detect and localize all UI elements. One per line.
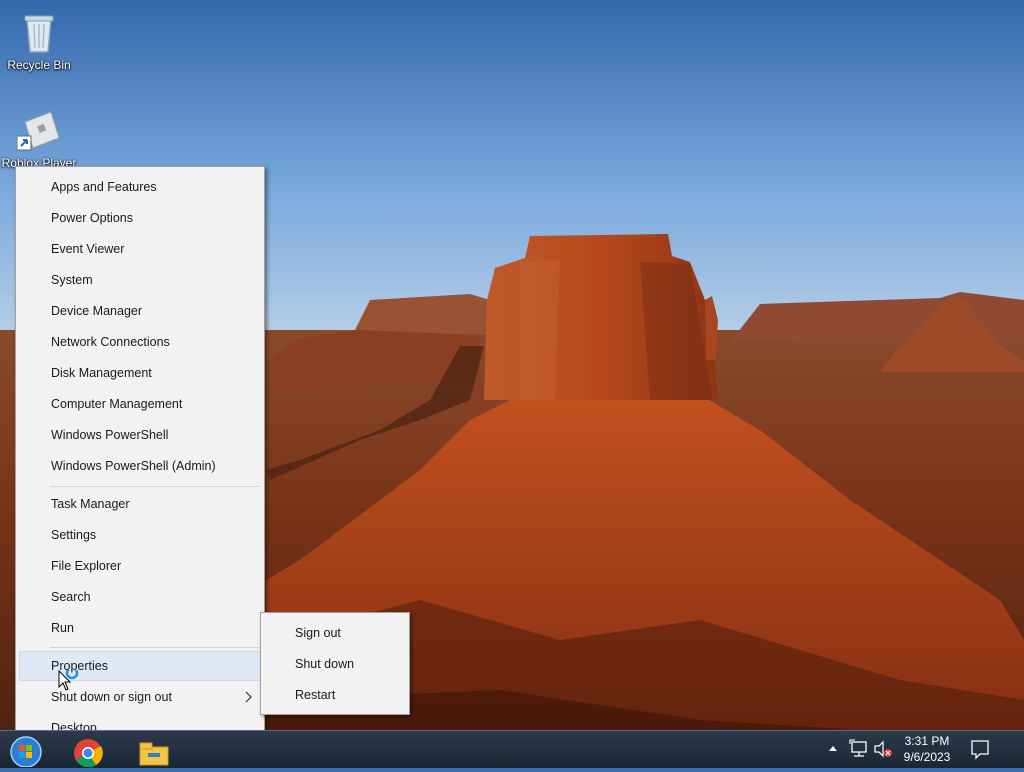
recycle-bin-icon: [17, 8, 61, 56]
menu-item-network-connections[interactable]: Network Connections: [19, 327, 261, 357]
start-orb-icon: [10, 736, 42, 768]
desktop-icon-roblox-player[interactable]: Roblox Player: [1, 106, 77, 170]
desktop-icon-recycle-bin[interactable]: Recycle Bin: [1, 8, 77, 72]
quick-link-menu: Apps and Features Power Options Event Vi…: [15, 166, 265, 746]
submenu-item-shut-down[interactable]: Shut down: [263, 649, 407, 679]
menu-item-settings[interactable]: Settings: [19, 520, 261, 550]
action-center-icon: [971, 740, 989, 760]
menu-item-run[interactable]: Run: [19, 613, 261, 643]
shutdown-submenu: Sign out Shut down Restart: [260, 612, 410, 715]
taskbar-clock[interactable]: 3:31 PM 9/6/2023: [896, 733, 958, 765]
volume-button[interactable]: [872, 731, 894, 767]
action-center-button[interactable]: [968, 731, 992, 767]
menu-item-windows-powershell[interactable]: Windows PowerShell: [19, 420, 261, 450]
chevron-up-icon: [829, 746, 837, 751]
submenu-item-sign-out[interactable]: Sign out: [263, 618, 407, 648]
menu-item-task-manager[interactable]: Task Manager: [19, 489, 261, 519]
network-button[interactable]: [848, 731, 870, 767]
chrome-icon: [74, 739, 103, 768]
menu-separator: [50, 647, 260, 648]
chevron-right-icon: [245, 691, 252, 703]
desktop-icon-label: Recycle Bin: [7, 58, 71, 72]
roblox-icon: [16, 106, 61, 154]
clock-time: 3:31 PM: [904, 734, 950, 748]
submenu-item-restart[interactable]: Restart: [263, 680, 407, 710]
menu-item-shut-down-or-sign-out[interactable]: Shut down or sign out: [19, 682, 261, 712]
menu-item-computer-management[interactable]: Computer Management: [19, 389, 261, 419]
start-button[interactable]: [6, 733, 46, 768]
menu-item-properties[interactable]: Properties: [19, 651, 261, 681]
taskbar: 3:31 PM 9/6/2023: [0, 730, 1024, 768]
menu-separator: [50, 486, 260, 487]
menu-item-event-viewer[interactable]: Event Viewer: [19, 234, 261, 264]
file-explorer-icon: [139, 742, 169, 766]
menu-item-power-options[interactable]: Power Options: [19, 203, 261, 233]
menu-item-device-manager[interactable]: Device Manager: [19, 296, 261, 326]
taskbar-file-explorer-button[interactable]: [134, 733, 174, 767]
menu-item-disk-management[interactable]: Disk Management: [19, 358, 261, 388]
menu-item-apps-and-features[interactable]: Apps and Features: [19, 172, 261, 202]
menu-item-system[interactable]: System: [19, 265, 261, 295]
menu-item-file-explorer[interactable]: File Explorer: [19, 551, 261, 581]
network-icon: [849, 739, 867, 757]
clock-date: 9/6/2023: [903, 750, 951, 764]
taskbar-chrome-button[interactable]: [68, 733, 108, 768]
menu-item-label: Shut down or sign out: [51, 690, 172, 704]
show-hidden-icons-button[interactable]: [826, 731, 840, 767]
volume-muted-icon: [874, 740, 892, 758]
menu-item-windows-powershell-admin[interactable]: Windows PowerShell (Admin): [19, 451, 261, 481]
menu-item-search[interactable]: Search: [19, 582, 261, 612]
